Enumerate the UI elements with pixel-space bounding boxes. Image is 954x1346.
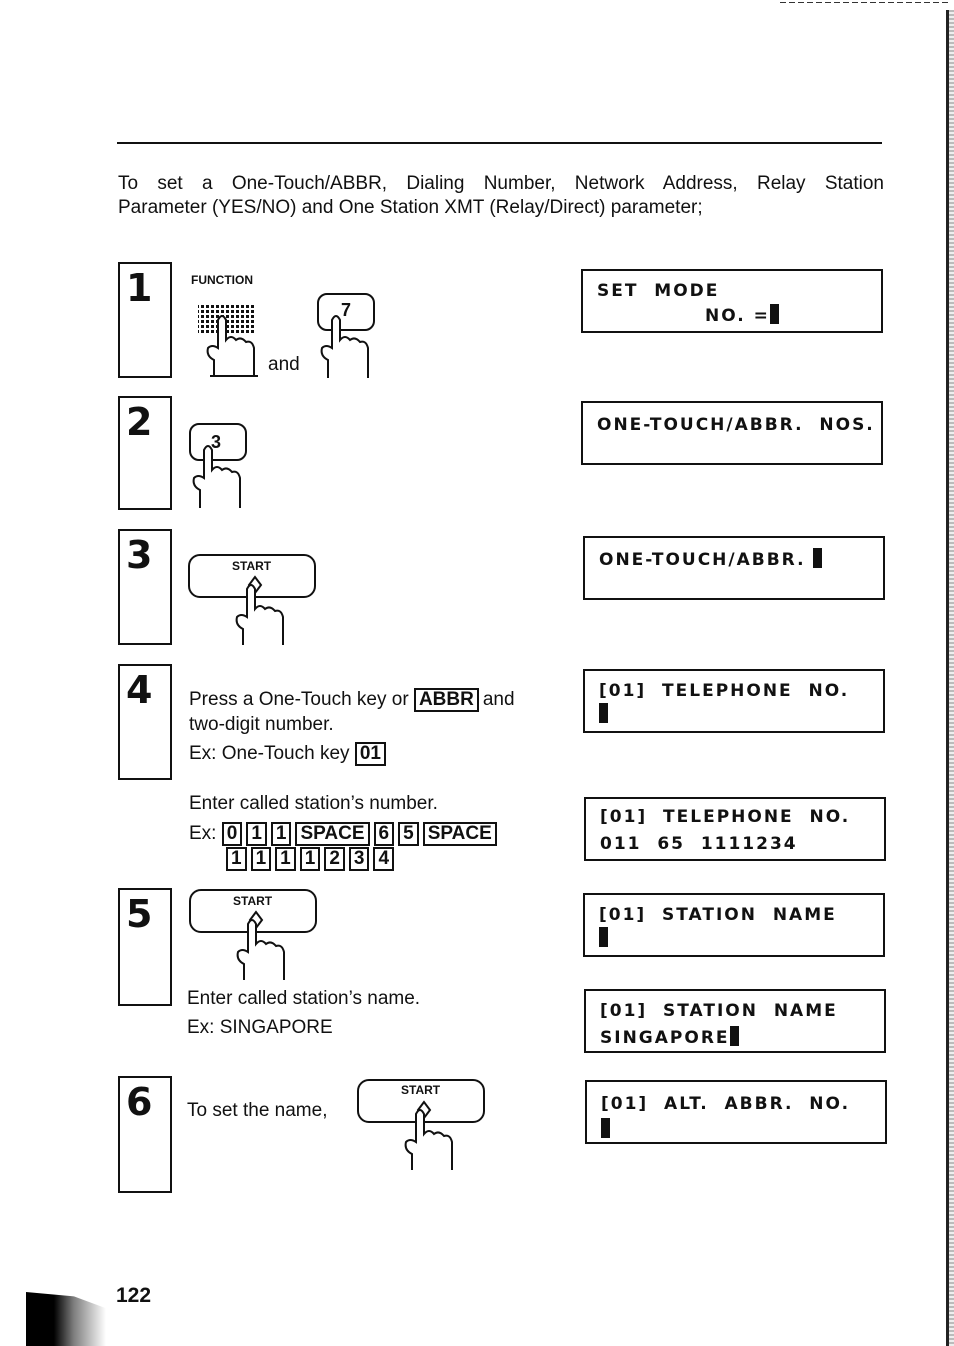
- display-line-2: 011 65 1111234: [600, 834, 798, 854]
- step-4-example: Ex: One-Touch key 01: [189, 742, 390, 766]
- keypad-key: 0: [221, 822, 243, 846]
- step-number: 2: [126, 400, 153, 444]
- step-6-box: 6: [118, 1076, 172, 1193]
- instruction-text: and: [482, 689, 515, 710]
- display-telephone-no-empty: [01] TELEPHONE NO.: [583, 669, 885, 733]
- function-key-press-icon: [198, 304, 258, 377]
- start-key-label: START: [232, 559, 272, 573]
- display-line-1: SET MODE: [597, 281, 720, 301]
- number-keys-row-1-keys: 0 1 1 SPACE 6 5 SPACE: [221, 822, 501, 846]
- display-line-2: [599, 927, 608, 949]
- display-line-2: [599, 703, 608, 725]
- display-line-1: [01] STATION NAME: [600, 1001, 838, 1021]
- step-2-box: 2: [118, 396, 172, 510]
- keypad-key: 3: [348, 847, 370, 871]
- display-line-1-text: ONE-TOUCH/ABBR.: [599, 550, 814, 570]
- keypad-key: SPACE: [295, 822, 370, 846]
- cursor-block: [599, 703, 608, 723]
- keypad-key: 1: [275, 847, 296, 871]
- display-alt-abbr-no: [01] ALT. ABBR. NO.: [585, 1080, 887, 1144]
- display-line-2: SINGAPORE: [600, 1026, 739, 1048]
- display-telephone-no-filled: [01] TELEPHONE NO. 011 65 1111234: [584, 797, 886, 861]
- display-line-1: [01] TELEPHONE NO.: [600, 807, 851, 827]
- display-one-touch-abbr: ONE-TOUCH/ABBR.: [583, 536, 885, 600]
- intro-line-2: Parameter (YES/NO) and One Station XMT (…: [118, 197, 703, 218]
- keypad-key: SPACE: [422, 822, 497, 846]
- page-number: 122: [116, 1284, 152, 1307]
- step-4-box: 4: [118, 664, 172, 780]
- keypad-key: 6: [373, 822, 395, 846]
- enter-number-instruction: Enter called station’s number.: [189, 793, 438, 814]
- number-keys-row-2: 1111234: [226, 847, 398, 871]
- step-number: 4: [126, 668, 153, 712]
- step-3-box: 3: [118, 529, 172, 645]
- display-line-2: [601, 1118, 610, 1140]
- step-number: 1: [126, 266, 153, 310]
- header-rule: [117, 142, 882, 144]
- keypad-key: 4: [373, 847, 395, 871]
- keypad-key: 1: [246, 822, 267, 846]
- display-station-name-filled: [01] STATION NAME SINGAPORE: [584, 989, 886, 1053]
- number-keys-row-2-keys: 1111234: [226, 847, 398, 871]
- step-number: 5: [126, 892, 153, 936]
- key-3-label: 3: [211, 432, 222, 452]
- one-touch-key-01: 01: [354, 742, 386, 766]
- step-4-instruction-line-2: two-digit number.: [189, 714, 334, 735]
- scan-artifact-top: [780, 2, 950, 3]
- keypad-key: 1: [226, 847, 247, 871]
- key-3-press-icon: [189, 423, 247, 508]
- display-station-name-empty: [01] STATION NAME: [583, 893, 885, 957]
- step-4-instruction-line-1: Press a One-Touch key or ABBR and: [189, 688, 515, 712]
- instruction-text: Press a One-Touch key or: [189, 689, 409, 710]
- step-1-box: 1: [118, 262, 172, 378]
- start-key-label: START: [233, 894, 273, 908]
- display-line-1: ONE-TOUCH/ABBR. NOS.: [597, 415, 875, 435]
- example-text: Ex: One-Touch key: [189, 743, 350, 764]
- display-line-2-text: NO. =: [705, 306, 770, 326]
- cursor-block: [769, 304, 779, 324]
- intro-paragraph: To set a One-Touch/ABBR, Dialing Number,…: [118, 172, 884, 220]
- display-line-1: ONE-TOUCH/ABBR.: [599, 548, 823, 570]
- keypad-key: 1: [270, 822, 292, 846]
- set-name-instruction: To set the name,: [187, 1100, 328, 1121]
- cursor-block: [729, 1026, 739, 1046]
- display-set-mode: SET MODE NO. =: [581, 269, 883, 333]
- start-key-label: START: [401, 1083, 441, 1097]
- step-number: 3: [126, 533, 153, 577]
- keypad-key: 1: [299, 847, 321, 871]
- function-label: FUNCTION: [191, 273, 253, 287]
- enter-name-example: Ex: SINGAPORE: [187, 1017, 333, 1038]
- example-prefix: Ex:: [189, 823, 217, 844]
- intro-line-1: To set a One-Touch/ABBR, Dialing Number,…: [118, 173, 884, 194]
- abbr-key: ABBR: [413, 688, 479, 712]
- and-label: and: [268, 354, 300, 375]
- key-7-label: 7: [341, 300, 352, 320]
- display-line-1: [01] STATION NAME: [599, 905, 837, 925]
- display-line-1: [01] ALT. ABBR. NO.: [601, 1094, 851, 1114]
- cursor-block: [601, 1118, 610, 1138]
- keypad-key: 2: [324, 847, 345, 871]
- step-5-box: 5: [118, 888, 172, 1006]
- cursor-block: [599, 927, 608, 947]
- page-edge-shadow: [949, 10, 954, 1346]
- cursor-block: [813, 548, 823, 568]
- enter-name-instruction: Enter called station’s name.: [187, 988, 421, 1009]
- keypad-key: 1: [250, 847, 272, 871]
- keypad-key: 5: [398, 822, 419, 846]
- step-number: 6: [126, 1080, 153, 1124]
- display-line-2-text: SINGAPORE: [600, 1028, 730, 1048]
- number-keys-row-1: Ex: 0 1 1 SPACE 6 5 SPACE: [189, 822, 501, 846]
- display-line-2: NO. =: [705, 304, 779, 326]
- display-one-touch-nos: ONE-TOUCH/ABBR. NOS.: [581, 401, 883, 465]
- display-line-1: [01] TELEPHONE NO.: [599, 681, 850, 701]
- scan-corner-shadow: [26, 1292, 106, 1346]
